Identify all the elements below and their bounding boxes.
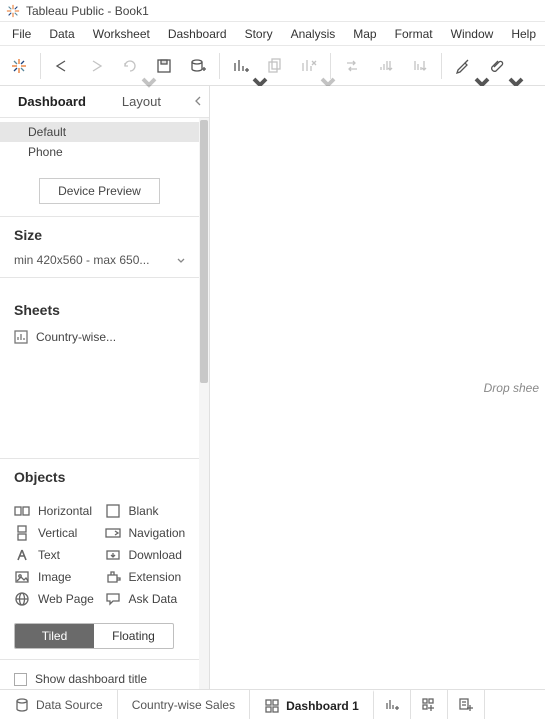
dashboard-tab[interactable]: Dashboard 1: [250, 690, 374, 719]
window-title: Tableau Public - Book1: [26, 4, 149, 18]
vertical-icon: [14, 525, 30, 541]
toolbar: [0, 46, 545, 86]
title-bar: Tableau Public - Book1: [0, 0, 545, 22]
bottom-tab-bar: Data Source Country-wise Sales Dashboard…: [0, 689, 545, 719]
web-page-icon: [14, 591, 30, 607]
show-title-label: Show dashboard title: [35, 672, 147, 686]
show-title-checkbox[interactable]: [14, 673, 27, 686]
menu-window[interactable]: Window: [443, 25, 502, 43]
drop-hint: Drop shee: [484, 381, 539, 395]
horizontal-icon: [14, 503, 30, 519]
object-horizontal[interactable]: Horizontal: [14, 503, 99, 519]
image-icon: [14, 569, 30, 585]
menu-worksheet[interactable]: Worksheet: [85, 25, 158, 43]
collapse-panel-button[interactable]: [187, 95, 209, 109]
object-ask-data[interactable]: Ask Data: [105, 591, 190, 607]
object-web-page[interactable]: Web Page: [14, 591, 99, 607]
menu-file[interactable]: File: [4, 25, 39, 43]
menu-analysis[interactable]: Analysis: [283, 25, 344, 43]
size-section-title: Size: [0, 217, 199, 249]
device-phone[interactable]: Phone: [0, 142, 199, 162]
device-preview-button[interactable]: Device Preview: [39, 178, 160, 204]
menu-data[interactable]: Data: [41, 25, 82, 43]
highlight-button[interactable]: [446, 50, 480, 82]
dashboard-canvas[interactable]: Drop shee: [210, 86, 545, 689]
data-source-tab[interactable]: Data Source: [0, 690, 118, 719]
object-extension[interactable]: Extension: [105, 569, 190, 585]
navigation-icon: [105, 525, 121, 541]
menu-format[interactable]: Format: [387, 25, 441, 43]
size-dropdown[interactable]: min 420x560 - max 650...: [0, 249, 199, 277]
object-blank[interactable]: Blank: [105, 503, 190, 519]
object-image[interactable]: Image: [14, 569, 99, 585]
save-button[interactable]: [147, 50, 181, 82]
download-icon: [105, 547, 121, 563]
new-dashboard-icon: [421, 697, 437, 713]
duplicate-button[interactable]: [258, 50, 292, 82]
extension-icon: [105, 569, 121, 585]
device-list: Default Phone: [0, 118, 199, 170]
new-data-source-button[interactable]: [181, 50, 215, 82]
chevron-down-icon: [177, 253, 185, 267]
main-area: Dashboard Layout Default Phone Device Pr…: [0, 86, 545, 689]
scrollbar-thumb[interactable]: [200, 120, 208, 383]
sort-desc-button[interactable]: [403, 50, 437, 82]
menu-dashboard[interactable]: Dashboard: [160, 25, 235, 43]
new-worksheet-icon: [384, 697, 400, 713]
undo-button[interactable]: [45, 50, 79, 82]
menu-bar: File Data Worksheet Dashboard Story Anal…: [0, 22, 545, 46]
data-source-icon: [14, 697, 30, 713]
object-navigation[interactable]: Navigation: [105, 525, 190, 541]
panel-scroll-area: Default Phone Device Preview Size min 42…: [0, 118, 209, 689]
new-story-icon: [458, 697, 474, 713]
panel-tabs: Dashboard Layout: [0, 86, 209, 118]
object-vertical[interactable]: Vertical: [14, 525, 99, 541]
menu-help[interactable]: Help: [503, 25, 544, 43]
sheet-item[interactable]: Country-wise...: [0, 326, 199, 348]
new-worksheet-tab-button[interactable]: [374, 690, 411, 719]
clear-button[interactable]: [292, 50, 326, 82]
sort-asc-button[interactable]: [369, 50, 403, 82]
new-story-tab-button[interactable]: [448, 690, 485, 719]
ask-data-icon: [105, 591, 121, 607]
new-dashboard-tab-button[interactable]: [411, 690, 448, 719]
menu-map[interactable]: Map: [345, 25, 384, 43]
sheet-label: Country-wise...: [36, 330, 116, 344]
floating-segment[interactable]: Floating: [94, 624, 173, 648]
new-worksheet-button[interactable]: [224, 50, 258, 82]
sheets-section-title: Sheets: [0, 292, 199, 324]
tab-dashboard[interactable]: Dashboard: [0, 86, 104, 118]
blank-icon: [105, 503, 121, 519]
panel-scrollbar[interactable]: [199, 118, 209, 689]
menu-story[interactable]: Story: [237, 25, 281, 43]
objects-section-title: Objects: [0, 459, 199, 491]
attach-button[interactable]: [480, 50, 514, 82]
revert-button[interactable]: [113, 50, 147, 82]
size-value: min 420x560 - max 650...: [14, 253, 149, 267]
redo-button[interactable]: [79, 50, 113, 82]
left-panel: Dashboard Layout Default Phone Device Pr…: [0, 86, 210, 689]
dashboard-icon: [264, 698, 280, 714]
swap-button[interactable]: [335, 50, 369, 82]
bar-chart-icon: [14, 330, 28, 344]
tiled-segment[interactable]: Tiled: [15, 624, 94, 648]
tile-float-toggle: Tiled Floating: [14, 623, 174, 649]
tableau-start-button[interactable]: [2, 50, 36, 82]
device-default[interactable]: Default: [0, 122, 199, 142]
show-dashboard-title-row[interactable]: Show dashboard title: [0, 660, 199, 689]
text-icon: [14, 547, 30, 563]
object-download[interactable]: Download: [105, 547, 190, 563]
object-text[interactable]: Text: [14, 547, 99, 563]
tableau-logo-icon: [6, 4, 20, 18]
sheet-tab[interactable]: Country-wise Sales: [118, 690, 250, 719]
